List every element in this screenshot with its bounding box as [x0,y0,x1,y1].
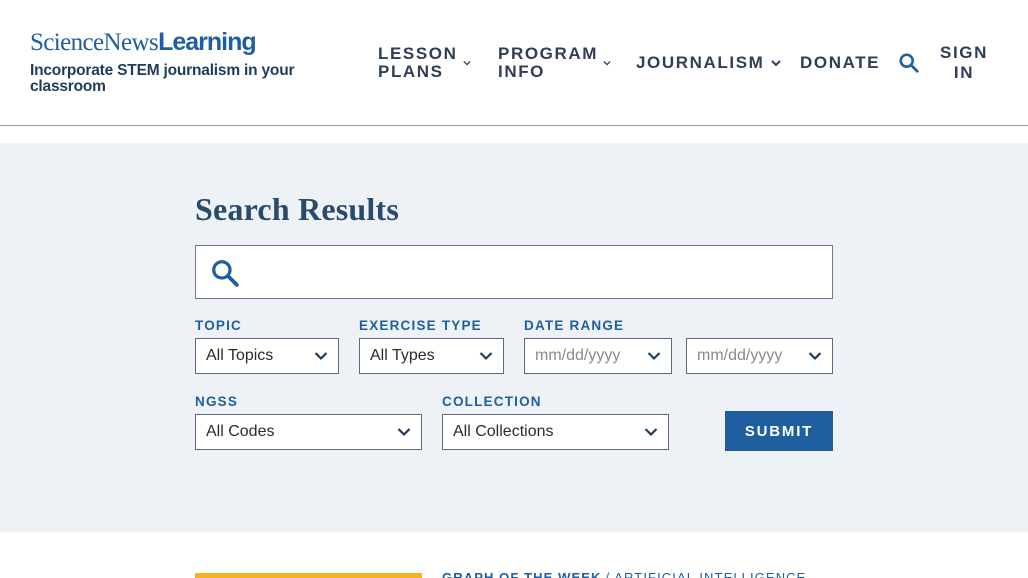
chevron-down-icon [397,428,411,437]
exercise-type-select[interactable]: All Types [359,338,504,374]
topic-label: TOPIC [195,318,243,333]
site-header: ScienceNewsLearning Incorporate STEM jou… [0,0,1028,126]
topic-select[interactable]: All Topics [195,338,339,374]
result-thumbnail[interactable] [195,573,422,578]
chevron-down-icon [479,352,493,361]
ngss-label: NGSS [195,394,239,409]
nav-donate-label: DONATE [800,53,881,72]
date-range-label: DATE RANGE [524,318,625,333]
chevron-down-icon [771,60,782,67]
nav-lesson-plans[interactable]: LESSON PLANS [378,0,471,126]
chevron-down-icon [644,428,658,437]
nav-sign-in[interactable]: SIGN IN [940,0,988,126]
search-input[interactable] [254,246,824,298]
nav-journalism-label: JOURNALISM [636,53,765,72]
nav-sign-in-label: SIGN IN [940,43,988,82]
tag-separator: / [605,570,611,578]
collection-select[interactable]: All Collections [442,414,669,450]
date-from-input[interactable]: mm/dd/yyyy [524,338,672,374]
result-tags: GRAPH OF THE WEEK / ARTIFICIAL INTELLIGENC… [442,570,806,578]
date-to-input[interactable]: mm/dd/yyyy [686,338,833,374]
nav-program-info-label: PROGRAM INFO [498,44,598,81]
ngss-select[interactable]: All Codes [195,414,422,450]
date-from-placeholder: mm/dd/yyyy [535,347,621,364]
nav-donate[interactable]: DONATE [800,0,880,126]
logo-science-news: ScienceNews [30,29,159,56]
site-logo[interactable]: ScienceNewsLearning Incorporate STEM jou… [30,28,360,95]
result-category[interactable]: GRAPH OF THE WEEK [442,570,602,578]
logo-learning: Learning [158,28,257,56]
search-box[interactable] [195,245,833,299]
header-search-button[interactable] [898,0,920,126]
ngss-select-value: All Codes [206,423,275,440]
date-to-placeholder: mm/dd/yyyy [697,347,783,364]
search-icon [899,53,919,73]
nav-program-info[interactable]: PROGRAM INFO [498,0,611,126]
topic-select-value: All Topics [206,347,274,364]
collection-label: COLLECTION [442,394,542,409]
chevron-down-icon [314,352,328,361]
chevron-down-icon [603,60,611,66]
page-title: Search Results [195,191,399,227]
submit-button[interactable]: SUBMIT [725,411,833,451]
site-tagline: Incorporate STEM journalism in your clas… [30,62,295,95]
collection-select-value: All Collections [453,423,554,440]
chevron-down-icon [463,60,471,66]
nav-journalism[interactable]: JOURNALISM [636,0,782,126]
logo-wordmark: ScienceNewsLearning [30,28,360,57]
chevron-down-icon [647,352,661,361]
chevron-down-icon [808,352,822,361]
exercise-type-select-value: All Types [370,347,435,364]
result-topic[interactable]: ARTIFICIAL INTELLIGENCE [614,570,806,578]
exercise-type-label: EXERCISE TYPE [359,318,482,333]
search-panel: Search Results TOPIC All Topics EXERCISE… [0,143,1028,532]
nav-lesson-plans-label: LESSON PLANS [378,44,458,81]
search-icon [212,260,239,287]
